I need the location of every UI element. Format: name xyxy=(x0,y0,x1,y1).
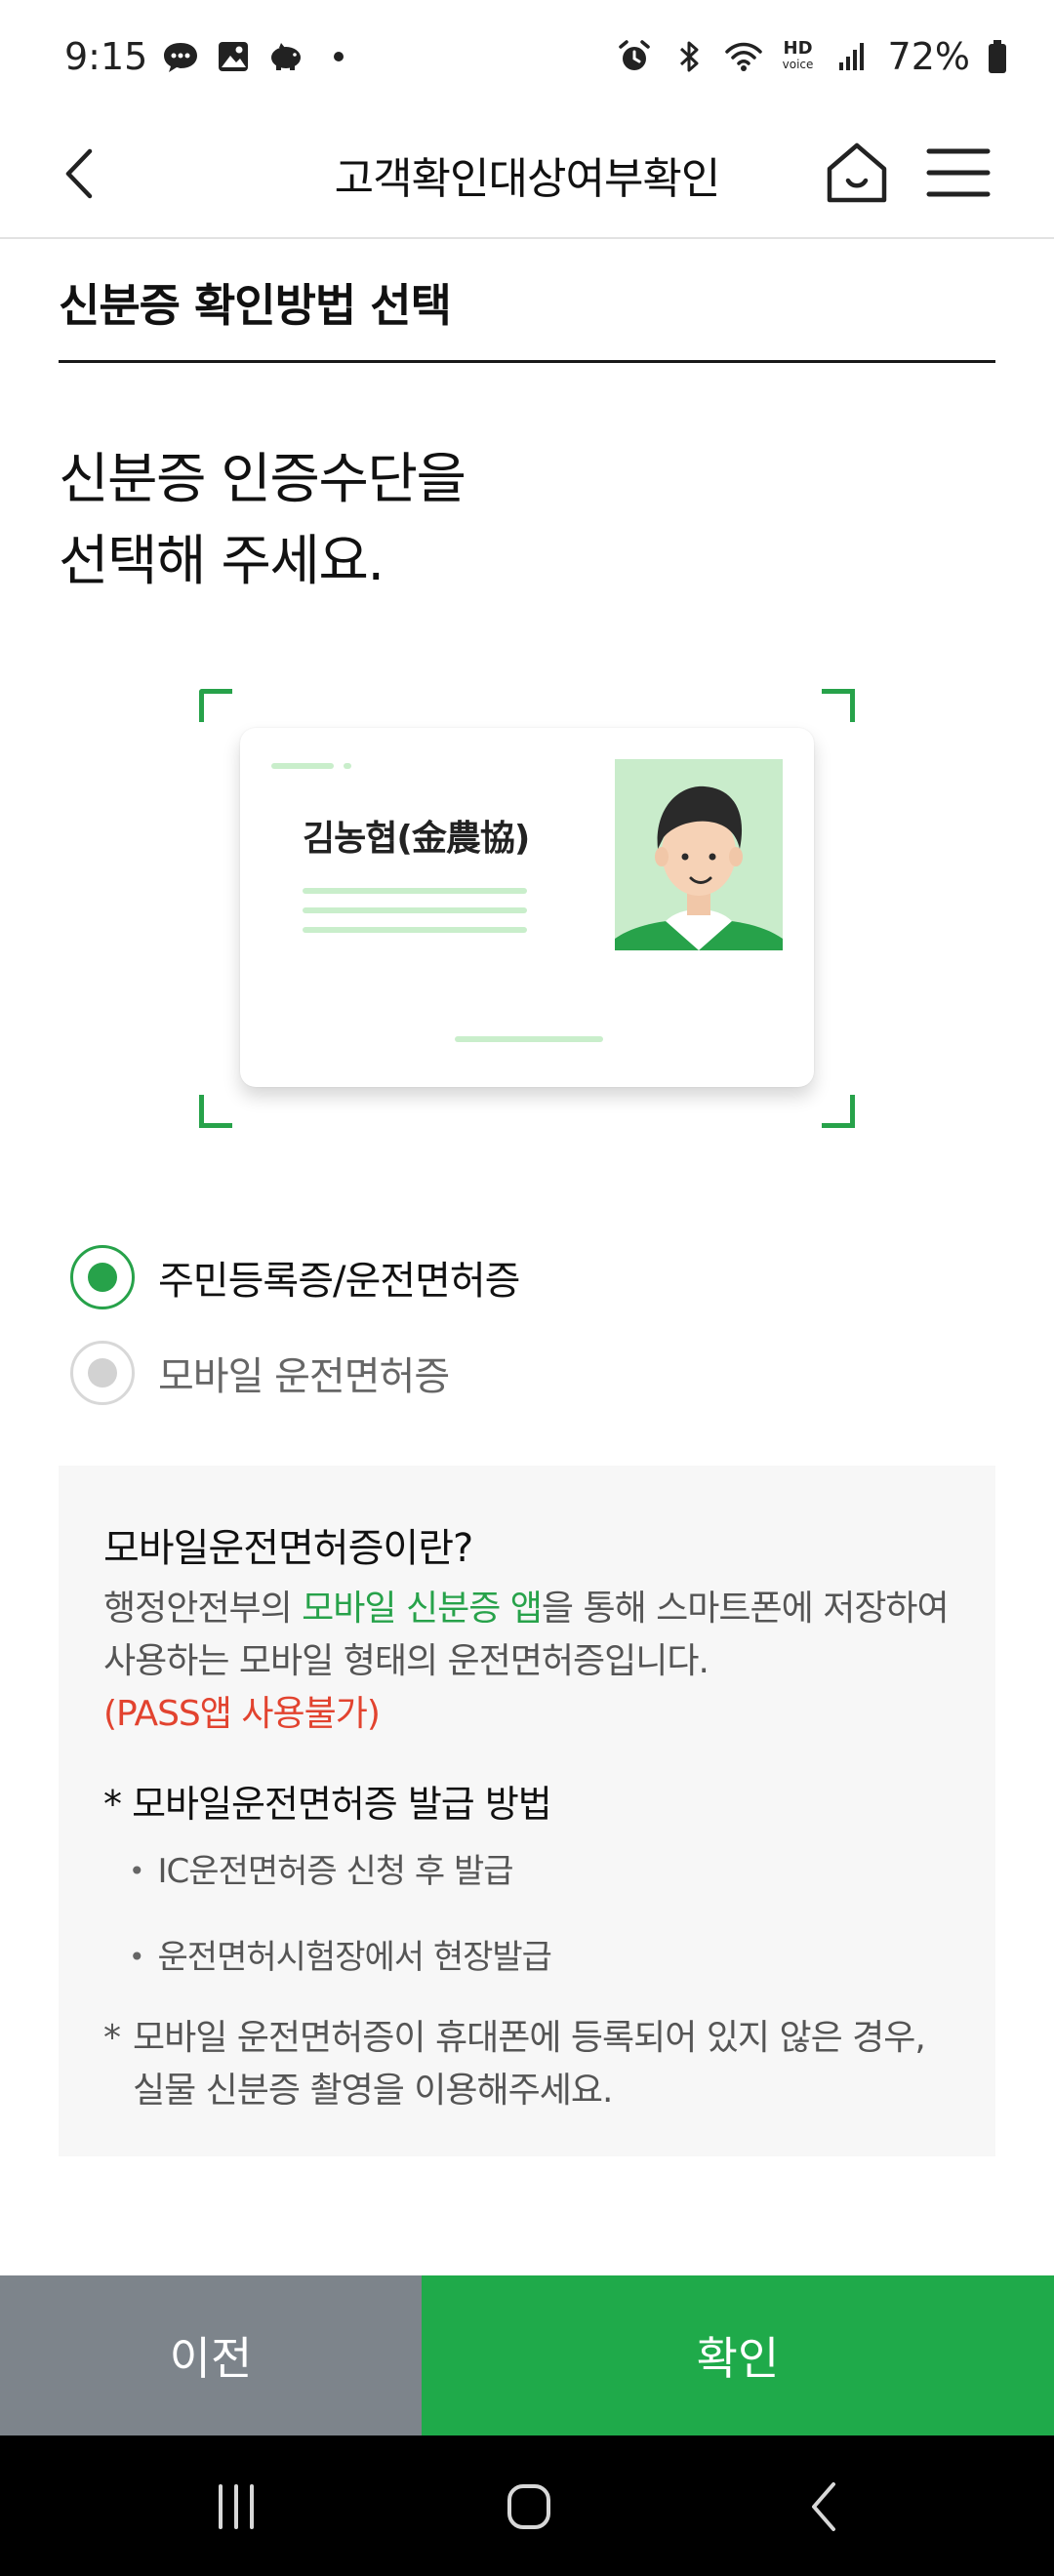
info-box: 모바일운전면허증이란? 행정안전부의 모바일 신분증 앱을 통해 스마트폰에 저… xyxy=(59,1466,995,2156)
bullet-item: IC운전면허증 신청 후 발급 xyxy=(129,1844,514,1892)
piggy-bank-icon xyxy=(266,37,305,76)
main-heading: 신분증 인증수단을 선택해 주세요. xyxy=(59,439,937,603)
card-top-dot xyxy=(344,763,351,769)
radio-button-unselected[interactable] xyxy=(70,1341,135,1405)
main-heading-line1: 신분증 인증수단을 xyxy=(59,448,466,511)
option-label[interactable]: 모바일 운전면허증 xyxy=(158,1345,450,1401)
note-text: 모바일 운전면허증이 휴대폰에 등록되어 있지 않은 경우, 실물 신분증 촬영… xyxy=(133,2018,926,2111)
info-desc-text: 행정안전부의 xyxy=(103,1589,303,1629)
option-resident-card[interactable]: 주민등록증/운전면허증 xyxy=(70,1243,520,1311)
info-note: * 모바일 운전면허증이 휴대폰에 등록되어 있지 않은 경우, 실물 신분증 … xyxy=(103,2012,962,2117)
card-info-line-2 xyxy=(303,907,527,913)
frame-corner-bottom-left xyxy=(199,1095,232,1128)
clock: 9:15 xyxy=(64,34,148,78)
bullet-item: 운전면허시험장에서 현장발급 xyxy=(129,1930,552,1978)
card-bottom-line xyxy=(455,1036,603,1042)
alarm-icon xyxy=(615,37,654,76)
voice-label: voice xyxy=(782,57,814,71)
app-bar: 고객확인대상여부확인 xyxy=(0,112,1054,239)
back-nav-icon xyxy=(812,2482,835,2531)
home-button[interactable] xyxy=(818,134,896,212)
section-title: 신분증 확인방법 선택 xyxy=(59,271,995,363)
hamburger-menu-icon xyxy=(926,148,991,197)
id-card: 김농협(金農協) xyxy=(240,728,814,1087)
home-nav-icon xyxy=(507,2484,550,2529)
frame-corner-top-left xyxy=(199,689,232,722)
prev-button[interactable]: 이전 xyxy=(0,2275,422,2435)
pass-warning: (PASS앱 사용불가) xyxy=(103,1694,381,1734)
card-info-line-3 xyxy=(303,927,527,933)
issue-method-title: * 모바일운전면허증 발급 방법 xyxy=(103,1783,552,1826)
option-mobile-license[interactable]: 모바일 운전면허증 xyxy=(70,1339,450,1407)
dot-icon xyxy=(319,37,358,76)
menu-button[interactable] xyxy=(921,136,995,210)
status-bar-right: HD voice 72% xyxy=(615,35,1009,78)
home-icon xyxy=(827,142,887,203)
main-heading-line2: 선택해 주세요. xyxy=(59,530,385,593)
person-avatar-icon xyxy=(615,785,783,950)
hd-label: HD xyxy=(783,37,813,59)
option-label[interactable]: 주민등록증/운전면허증 xyxy=(158,1249,520,1306)
card-info-line-1 xyxy=(303,888,527,894)
image-icon xyxy=(214,37,253,76)
battery-icon xyxy=(986,37,1009,76)
card-name: 김농협(金農協) xyxy=(303,819,530,859)
status-bar: 9:15 HD voice 72% xyxy=(0,0,1054,112)
home-nav-button[interactable] xyxy=(490,2473,568,2541)
card-photo xyxy=(615,759,783,950)
mobile-id-app-link[interactable]: 모바일 신분증 앱 xyxy=(302,1589,543,1629)
radio-button-selected[interactable] xyxy=(70,1245,135,1309)
signal-icon xyxy=(833,37,872,76)
info-description: 행정안전부의 모바일 신분증 앱을 통해 스마트폰에 저장하여 사용하는 모바일… xyxy=(103,1583,962,1741)
page-title: 고객확인대상여부확인 xyxy=(334,154,721,204)
radio-dot xyxy=(88,1358,117,1388)
status-bar-left: 9:15 xyxy=(64,35,358,78)
chat-bubble-icon xyxy=(161,37,200,76)
system-nav-bar xyxy=(0,2435,1054,2576)
recent-apps-icon xyxy=(219,2484,254,2529)
bluetooth-icon xyxy=(669,37,709,76)
id-card-illustration: 김농협(金農協) xyxy=(199,689,855,1128)
radio-dot xyxy=(88,1263,117,1292)
battery-percent: 72% xyxy=(887,34,970,78)
back-nav-button[interactable] xyxy=(787,2473,865,2541)
frame-corner-bottom-right xyxy=(822,1095,855,1128)
frame-corner-top-right xyxy=(822,689,855,722)
info-title: 모바일운전면허증이란? xyxy=(103,1526,473,1571)
wifi-icon xyxy=(724,37,763,76)
hd-voice-icon: HD voice xyxy=(779,37,818,76)
note-asterisk: * xyxy=(103,2018,121,2058)
card-top-line xyxy=(271,763,334,769)
confirm-button[interactable]: 확인 xyxy=(422,2275,1054,2435)
recent-apps-button[interactable] xyxy=(197,2473,275,2541)
